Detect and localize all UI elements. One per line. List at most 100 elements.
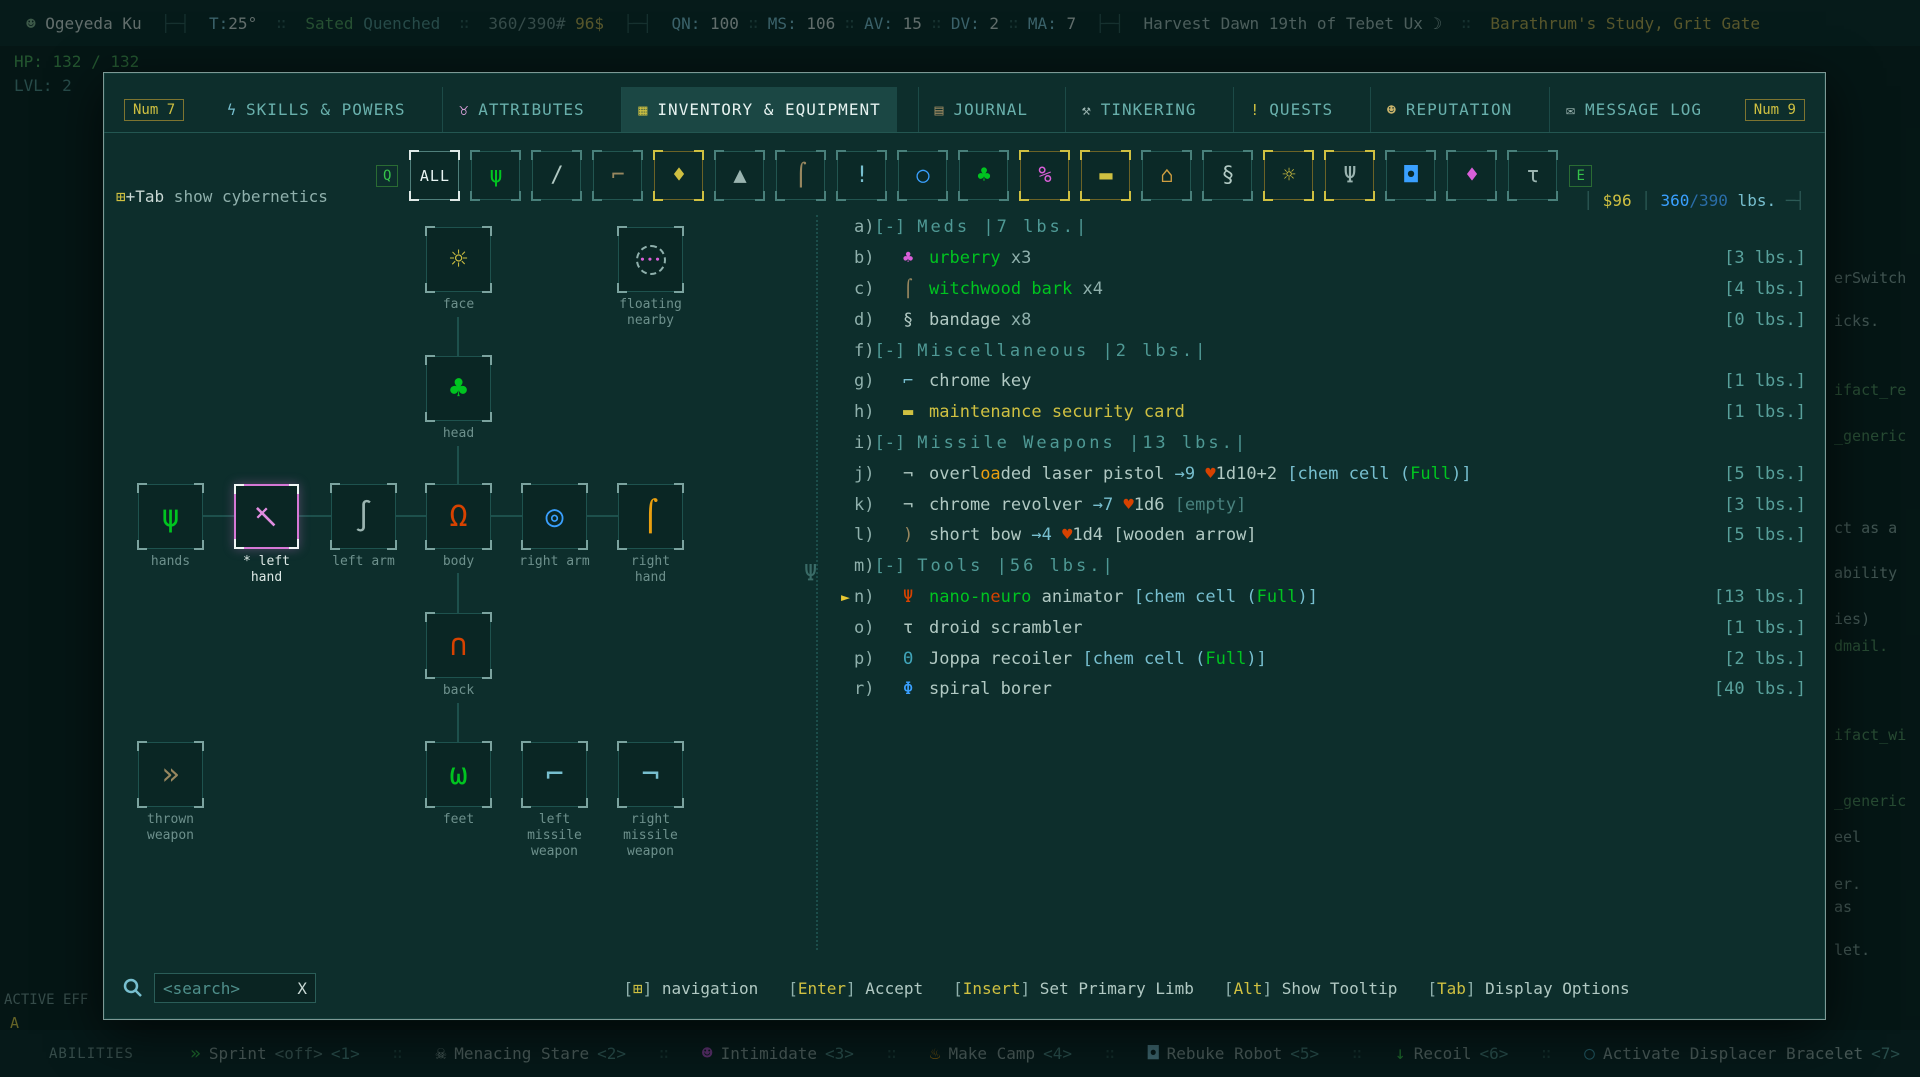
connector-line	[457, 573, 459, 613]
filter-category-icon: /	[550, 163, 564, 188]
collapse-toggle[interactable]: [-]	[874, 433, 905, 453]
corner-tick	[836, 191, 847, 201]
filter-tab-8[interactable]: ○	[897, 150, 949, 201]
item-letter: h)	[854, 402, 875, 423]
inventory-row-d[interactable]: d) § bandage x8 [0 lbs.]	[839, 304, 1806, 335]
inventory-category-row[interactable]: a) [-] Meds |7 lbs.|	[839, 212, 1806, 243]
inventory-row-p[interactable]: p) Θ Joppa recoiler [chem cell (Full)] [2 l…	[839, 643, 1806, 674]
corner-tick	[387, 483, 397, 493]
filter-tab-all[interactable]: ALL	[409, 150, 461, 201]
inventory-row-n[interactable]: ► n) Ψnano-neuro animator [chem cell (Full…	[839, 582, 1806, 613]
corner-tick	[194, 540, 204, 550]
filter-tab-1[interactable]: ψ	[470, 150, 522, 201]
slot-label-thrown-weapon: thrown weapon	[147, 812, 194, 843]
inventory-row-j[interactable]: j) ¬ overloaded laser pistol →9 ♥1d10+2 [c…	[839, 458, 1806, 489]
cybernetics-hint-segment: ⊞	[116, 187, 126, 206]
inventory-category-row[interactable]: f) [-] Miscellaneous |2 lbs.|	[839, 335, 1806, 366]
tab-reputation[interactable]: ☻ REPUTATION	[1369, 87, 1528, 132]
corner-tick	[816, 150, 827, 160]
tab-quests[interactable]: ! QUESTS	[1233, 87, 1349, 132]
item-weight: [1 lbs.]	[1724, 371, 1806, 392]
corner-tick	[482, 540, 492, 550]
search-input[interactable]: <search> X	[154, 973, 316, 1003]
equipment-slot-left-arm[interactable]: ∫	[330, 483, 397, 550]
equipment-slot-left-hand[interactable]: †	[234, 484, 299, 549]
corner-tick	[617, 798, 627, 808]
tab-tinkering[interactable]: ⚒ TINKERING	[1064, 87, 1213, 132]
inventory-row-r[interactable]: r) Φspiral borer [40 lbs.]	[839, 674, 1806, 705]
corner-tick	[1202, 191, 1213, 201]
corner-tick	[1426, 150, 1437, 160]
collapse-toggle[interactable]: [-]	[874, 556, 905, 576]
corner-tick	[572, 150, 583, 160]
filter-tab-14[interactable]: ☼	[1263, 150, 1315, 201]
filter-tab-16[interactable]: ◘	[1385, 150, 1437, 201]
corner-tick	[425, 669, 435, 679]
equipment-slot-back[interactable]: ∩	[425, 612, 492, 679]
inventory-category-row[interactable]: i) [-] Missile Weapons |13 lbs.|	[839, 428, 1806, 459]
filter-tab-10[interactable]: %	[1019, 150, 1071, 201]
filter-tab-5[interactable]: ▲	[714, 150, 766, 201]
item-icon: ¬	[903, 494, 914, 515]
equipment-slot-feet[interactable]: ω	[425, 741, 492, 808]
filter-tab-2[interactable]: /	[531, 150, 583, 201]
filter-tab-15[interactable]: Ψ	[1324, 150, 1376, 201]
equipment-slot-body[interactable]: Ω	[425, 483, 492, 550]
filter-category-icon: ▲	[733, 163, 747, 188]
equipment-slot-thrown-weapon[interactable]: »	[137, 741, 204, 808]
filter-tab-18[interactable]: τ	[1507, 150, 1559, 201]
search-clear-button[interactable]: X	[297, 979, 307, 998]
item-icon: Ψ	[903, 586, 914, 607]
equipment-slot-face[interactable]: ☼	[425, 226, 492, 293]
equipment-slot-head[interactable]: ♣	[425, 355, 492, 422]
modal-tabbar: Num 7 ϟ SKILLS & POWERS ♉ ATTRIBUTES ▦ INVENTO…	[104, 87, 1825, 133]
inventory-row-o[interactable]: o) τ droid scrambler [1 lbs.]	[839, 612, 1806, 643]
inventory-row-b[interactable]: b) ♣ urberry x3 [3 lbs.]	[839, 243, 1806, 274]
corner-tick	[289, 539, 299, 549]
item-letter: f)	[854, 340, 875, 361]
equipment-slot-right-arm[interactable]: ◎	[521, 483, 588, 550]
corner-tick	[1324, 150, 1335, 160]
inventory-row-k[interactable]: k) ¬ chrome revolver →7 ♥1d6 [empty] [3 lbs…	[839, 489, 1806, 520]
filter-tab-6[interactable]: ⌠	[775, 150, 827, 201]
tab-attributes[interactable]: ♉ ATTRIBUTES	[442, 87, 600, 132]
tab-message-log[interactable]: ✉ MESSAGE LOG	[1549, 87, 1718, 132]
tab-inventory-equipment[interactable]: ▦ INVENTORY & EQUIPMENT	[621, 87, 897, 132]
filter-tab-17[interactable]: ♦	[1446, 150, 1498, 201]
item-name: short bow →4 ♥1d4 [wooden arrow]	[929, 525, 1257, 546]
corner-tick	[521, 741, 531, 751]
equipment-slot-right-missile[interactable]: ¬	[617, 741, 684, 808]
equipment-slot-right-hand[interactable]: ⌠	[617, 483, 684, 550]
filter-tab-9[interactable]: ♣	[958, 150, 1010, 201]
collapse-toggle[interactable]: [-]	[874, 217, 905, 237]
corner-tick	[521, 483, 531, 493]
tab-skills-powers[interactable]: ϟ SKILLS & POWERS	[211, 87, 422, 132]
equipment-slot-floating-nearby[interactable]: ∙∙∙	[617, 226, 684, 293]
inventory-row-c[interactable]: c) ⌠ witchwood bark x4 [4 lbs.]	[839, 274, 1806, 305]
item-weight: [0 lbs.]	[1724, 309, 1806, 330]
corner-tick	[816, 191, 827, 201]
inventory-row-h[interactable]: h) ▬ maintenance security card [1 lbs.]	[839, 397, 1806, 428]
equipment-slot-left-missile[interactable]: ⌐	[521, 741, 588, 808]
filter-category-icon: ♦	[672, 163, 686, 188]
corner-tick	[531, 191, 542, 201]
filter-tab-12[interactable]: ⌂	[1141, 150, 1193, 201]
filter-tab-13[interactable]: §	[1202, 150, 1254, 201]
filter-tab-4[interactable]: ♦	[653, 150, 705, 201]
corner-tick	[578, 540, 588, 550]
filter-category-icon: τ	[1526, 163, 1540, 188]
corner-tick	[1080, 150, 1091, 160]
tab-journal[interactable]: ▤ JOURNAL	[917, 87, 1044, 132]
equipment-slot-hands[interactable]: ψ	[137, 483, 204, 550]
filter-tab-11[interactable]: ▬	[1080, 150, 1132, 201]
inventory-row-g[interactable]: g) ⌐ chrome key [1 lbs.]	[839, 366, 1806, 397]
collapse-toggle[interactable]: [-]	[874, 341, 905, 361]
corner-tick	[1507, 150, 1518, 160]
filter-tab-3[interactable]: ⌐	[592, 150, 644, 201]
selection-cursor: ►	[841, 587, 851, 606]
filter-tab-7[interactable]: !	[836, 150, 888, 201]
inventory-row-l[interactable]: l)) short bow →4 ♥1d4 [wooden arrow] [5 lb…	[839, 520, 1806, 551]
inventory-category-row[interactable]: m) [-] Tools |56 lbs.|	[839, 551, 1806, 582]
corner-tick	[482, 283, 492, 293]
connector-line	[457, 703, 459, 742]
